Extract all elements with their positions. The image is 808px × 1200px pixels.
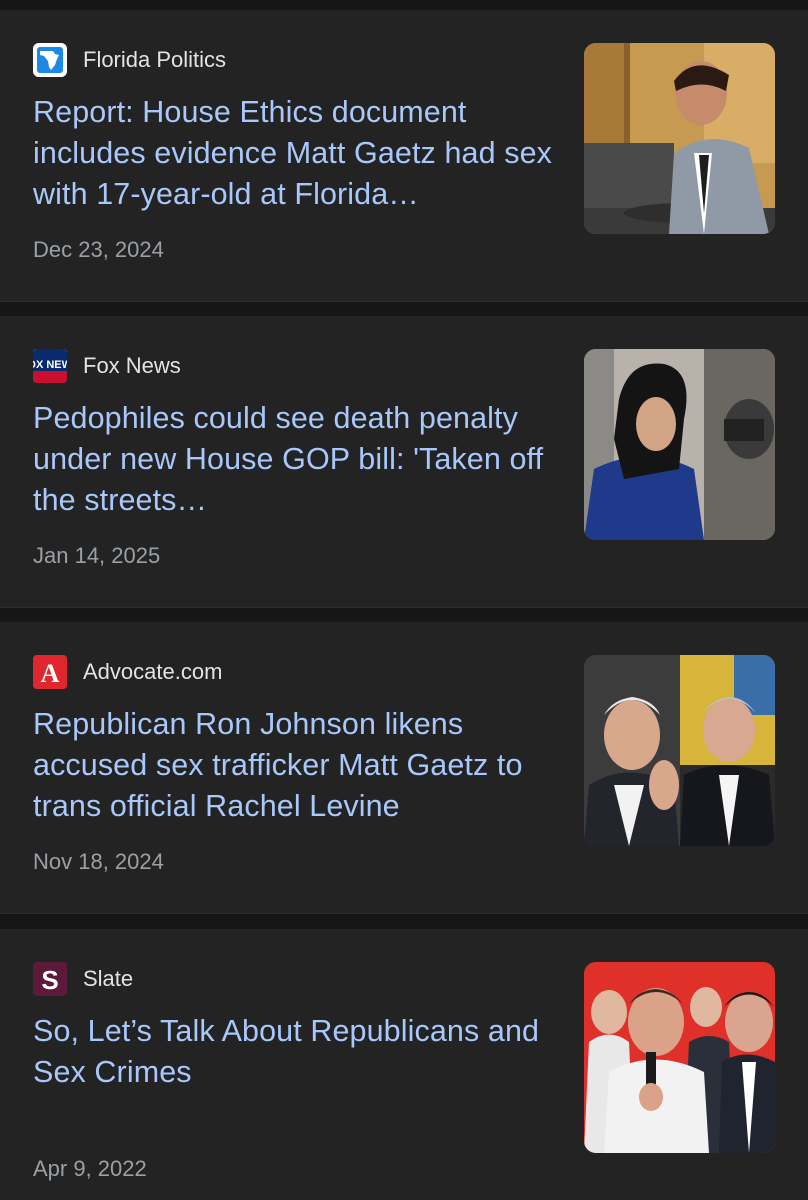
publish-date: Dec 23, 2024 bbox=[33, 237, 164, 262]
article-thumbnail[interactable] bbox=[584, 962, 775, 1153]
news-card[interactable]: Florida Politics Report: House Ethics do… bbox=[0, 10, 808, 302]
news-card[interactable]: A Advocate.com Republican Ron Johnson li… bbox=[0, 622, 808, 914]
slate-logo-icon: S bbox=[33, 962, 67, 996]
source-name: Fox News bbox=[83, 353, 181, 378]
advocate-logo-text: A bbox=[41, 659, 60, 688]
publish-date: Jan 14, 2025 bbox=[33, 543, 161, 568]
florida-politics-logo-icon bbox=[33, 43, 67, 77]
headline-link[interactable]: Pedophiles could see death penalty under… bbox=[33, 398, 558, 521]
article-thumbnail[interactable] bbox=[584, 655, 775, 846]
source-name: Florida Politics bbox=[83, 47, 227, 72]
article-thumbnail[interactable] bbox=[584, 43, 775, 234]
source-row: A Advocate.com bbox=[33, 655, 222, 689]
source-row: Florida Politics bbox=[33, 43, 226, 77]
headline-link[interactable]: Republican Ron Johnson likens accused se… bbox=[33, 704, 558, 827]
news-feed: Florida Politics Report: House Ethics do… bbox=[0, 0, 808, 1200]
source-name: Slate bbox=[83, 966, 134, 991]
fox-logo-text: FOX NEWS bbox=[33, 359, 67, 371]
publish-date: Nov 18, 2024 bbox=[33, 849, 164, 874]
news-card[interactable]: S Slate So, Let’s Talk About Republicans… bbox=[0, 929, 808, 1200]
fox-news-logo-icon: FOX NEWS bbox=[33, 349, 67, 383]
article-thumbnail[interactable] bbox=[584, 349, 775, 540]
source-row: FOX NEWS Fox News bbox=[33, 349, 181, 383]
advocate-logo-icon: A bbox=[33, 655, 67, 689]
news-card[interactable]: FOX NEWS Fox News Pedophiles could see d… bbox=[0, 316, 808, 608]
publish-date: Apr 9, 2022 bbox=[33, 1156, 147, 1181]
source-name: Advocate.com bbox=[83, 659, 223, 684]
slate-logo-text: S bbox=[41, 965, 58, 995]
source-row: S Slate bbox=[33, 962, 133, 996]
headline-link[interactable]: So, Let’s Talk About Republicans and Sex… bbox=[33, 1011, 558, 1093]
headline-link[interactable]: Report: House Ethics document includes e… bbox=[33, 92, 558, 215]
